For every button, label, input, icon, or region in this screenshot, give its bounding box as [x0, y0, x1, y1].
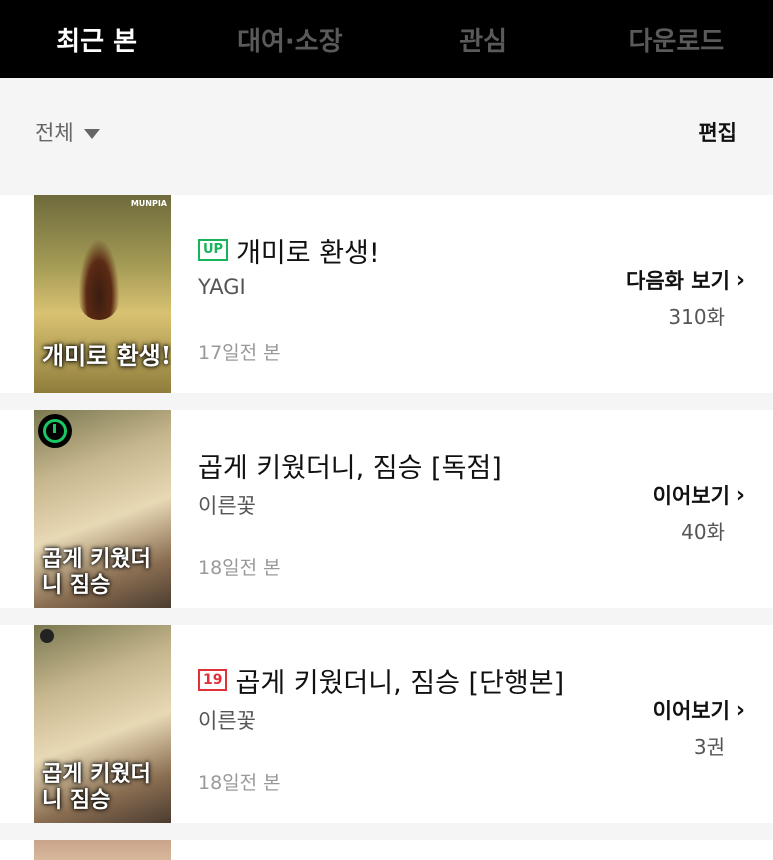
- continue-reading-button[interactable]: 이어보기 › 3권: [653, 695, 745, 760]
- cover-title: 개미로 환생!: [42, 341, 171, 370]
- item-seen-time: 18일전 본: [198, 772, 281, 794]
- cover-image: MUNPIA 개미로 환생!: [34, 195, 171, 393]
- item-seen-time: 17일전 본: [198, 342, 281, 364]
- ant-illustration: [79, 240, 119, 320]
- action-label: 다음화 보기: [626, 269, 730, 293]
- next-episode-button[interactable]: 다음화 보기 › 310화: [626, 265, 745, 330]
- publisher-logo: MUNPIA: [130, 199, 167, 208]
- tab-rental-owned[interactable]: 대여·소장: [193, 21, 386, 58]
- recent-list: MUNPIA 개미로 환생! UP 개미로 환생! YAGI 17일전 본 다음…: [0, 195, 773, 860]
- filter-bar: 전체 편집: [0, 78, 773, 186]
- title-row: 19 곱게 키웠더니, 짐승 [단행본]: [198, 661, 773, 699]
- cover-image: 곱게 키웠더니 짐승: [34, 625, 171, 823]
- cover-title: 곱게 키웠더니 짐승: [42, 546, 151, 598]
- cover-title: 곱게 키웠더니 짐승: [42, 761, 151, 813]
- item-seen-time: 18일전 본: [198, 557, 281, 579]
- title-row: 곱게 키웠더니, 짐승 [독점]: [198, 446, 773, 484]
- chevron-right-icon: ›: [735, 482, 745, 508]
- up-badge: UP: [198, 239, 229, 261]
- item-title: 개미로 환생!: [236, 237, 380, 269]
- action-label: 이어보기: [652, 484, 730, 508]
- caret-down-icon: [83, 128, 100, 139]
- item-info: 곱게 키웠더니, 짐승 [독점] 이른꽃 18일전 본 이어보기 › 40화: [171, 410, 773, 608]
- list-item[interactable]: 곱게 키웠더니 짐승 곱게 키웠더니, 짐승 [독점] 이른꽃 18일전 본 이…: [0, 410, 773, 608]
- list-item[interactable]: 곱게 키웠더니 짐승 19 곱게 키웠더니, 짐승 [단행본] 이른꽃 18일전…: [0, 625, 773, 823]
- tab-recent[interactable]: 최근 본: [0, 21, 193, 58]
- action-label-row: 이어보기 ›: [653, 480, 745, 510]
- filter-label: 전체: [35, 121, 74, 145]
- item-title: 곱게 키웠더니, 짐승 [독점]: [198, 452, 502, 484]
- tab-favorites[interactable]: 관심: [387, 21, 580, 58]
- cover-image: [34, 840, 171, 860]
- list-item[interactable]: MUNPIA 개미로 환생! UP 개미로 환생! YAGI 17일전 본 다음…: [0, 195, 773, 393]
- chevron-right-icon: ›: [735, 267, 745, 293]
- action-label-row: 이어보기 ›: [653, 695, 745, 725]
- action-label: 이어보기: [652, 699, 730, 723]
- cover-art: [34, 840, 171, 860]
- cover-image: 곱게 키웠더니 짐승: [34, 410, 171, 608]
- tab-downloads[interactable]: 다운로드: [580, 21, 773, 58]
- filter-dropdown[interactable]: 전체: [35, 117, 100, 147]
- chevron-right-icon: ›: [735, 697, 745, 723]
- age-19-badge: 19: [198, 669, 228, 691]
- item-info: 19 곱게 키웠더니, 짐승 [단행본] 이른꽃 18일전 본 이어보기 › 3…: [171, 625, 773, 823]
- timer-icon: [38, 414, 72, 448]
- action-count: 310화: [668, 305, 725, 329]
- item-title: 곱게 키웠더니, 짐승 [단행본]: [235, 667, 565, 699]
- list-item-partial[interactable]: [0, 840, 773, 860]
- title-row: UP 개미로 환생!: [198, 231, 773, 269]
- action-count: 3권: [693, 735, 725, 759]
- action-label-row: 다음화 보기 ›: [626, 265, 745, 295]
- age-rating-icon: [40, 629, 54, 643]
- edit-button[interactable]: 편집: [698, 117, 737, 147]
- item-info: UP 개미로 환생! YAGI 17일전 본 다음화 보기 › 310화: [171, 195, 773, 393]
- continue-reading-button[interactable]: 이어보기 › 40화: [653, 480, 745, 545]
- top-tab-bar: 최근 본 대여·소장 관심 다운로드: [0, 0, 773, 78]
- action-count: 40화: [681, 520, 725, 544]
